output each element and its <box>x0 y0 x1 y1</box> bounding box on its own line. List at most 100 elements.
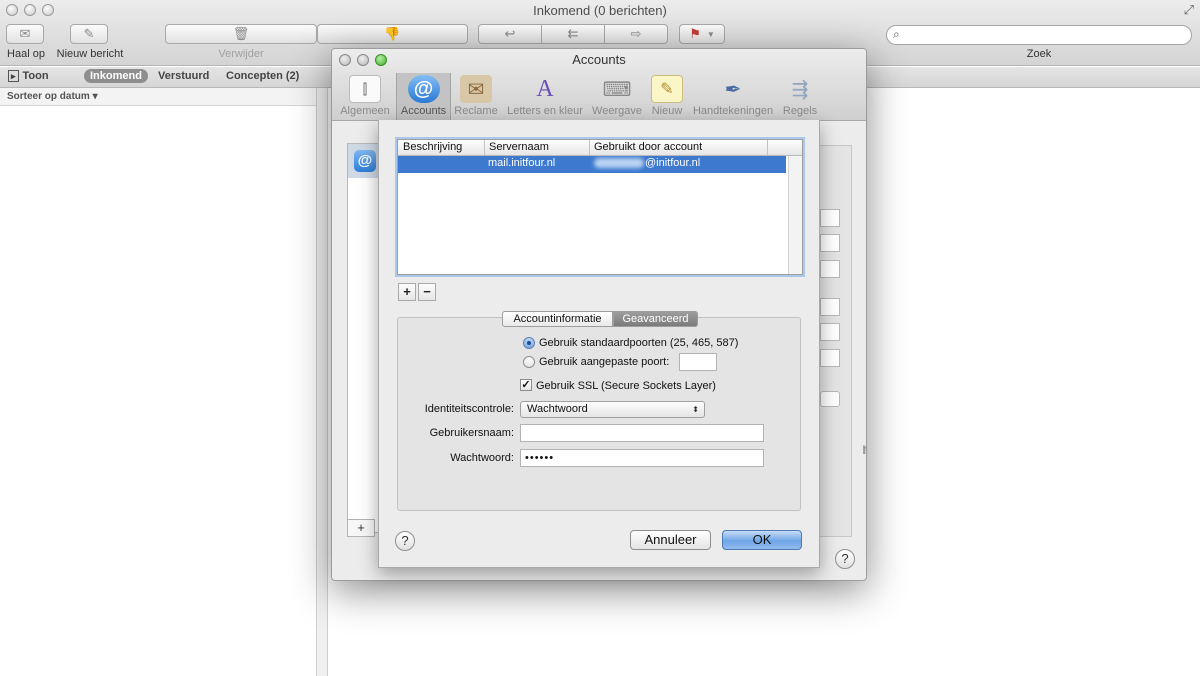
tab-fonts-colors-label: Letters en kleur <box>507 105 583 117</box>
at-icon: @ <box>407 75 440 103</box>
search-input[interactable] <box>886 25 1192 45</box>
column-description[interactable]: Beschrijving <box>403 141 462 153</box>
bg-field <box>820 323 840 341</box>
tab-accounts[interactable]: @ Accounts <box>396 73 451 121</box>
accounts-list[interactable]: @ <box>347 143 379 533</box>
delete-label: Verwijder <box>218 48 264 60</box>
add-account-button[interactable]: + <box>347 519 375 537</box>
tab-composing[interactable]: ✎ Nieuw <box>648 73 686 121</box>
custom-port-label: Gebruik aangepaste poort: <box>539 356 670 368</box>
add-server-button[interactable]: + <box>398 283 416 301</box>
compose-icon: ✎ <box>83 26 95 41</box>
tab-composing-label: Nieuw <box>651 105 683 117</box>
username-label: Gebruikersnaam: <box>429 427 514 439</box>
junk-button[interactable]: 👎 <box>317 24 468 44</box>
bg-field <box>820 260 840 278</box>
reply-all-icon: ⇇ <box>567 26 579 41</box>
password-field[interactable]: •••••• <box>520 449 764 467</box>
fullscreen-icon[interactable]: ⤢ <box>1184 2 1194 18</box>
tab-junk[interactable]: ✉ Reclame <box>452 73 500 121</box>
tab-viewing-label: Weergave <box>592 105 642 117</box>
fonts-colors-icon: A <box>536 75 554 102</box>
table-scrollbar[interactable] <box>788 156 802 274</box>
thumbs-down-icon: 👎 <box>384 26 401 41</box>
redacted-username <box>594 158 644 169</box>
smtp-server-table[interactable]: Beschrijving Servernaam Gebruikt door ac… <box>395 137 805 277</box>
flag-menu-button[interactable]: ⚑ ▼ <box>679 24 725 44</box>
new-message-label: Nieuw bericht <box>56 48 124 60</box>
ssl-checkbox[interactable]: ✓ <box>520 379 532 391</box>
tab-advanced[interactable]: Geavanceerd <box>613 311 698 327</box>
account-item[interactable]: @ <box>348 144 378 178</box>
column-separator <box>767 140 768 155</box>
table-header: Beschrijving Servernaam Gebruikt door ac… <box>398 140 802 156</box>
bg-field <box>820 234 840 252</box>
delete-button[interactable]: 🗑 <box>165 24 317 44</box>
bg-field <box>820 349 840 367</box>
sort-bar: Sorteer op datum ▾ <box>0 88 328 106</box>
table-row[interactable]: mail.initfour.nl @initfour.nl <box>398 156 786 173</box>
reply-button[interactable]: ↩ <box>478 24 542 44</box>
username-field[interactable] <box>520 424 764 442</box>
favorite-sent[interactable]: Verstuurd <box>158 70 209 82</box>
reply-all-button[interactable]: ⇇ <box>541 24 605 44</box>
tab-fonts-colors[interactable]: A Letters en kleur <box>504 73 586 121</box>
viewing-icon: ⌨ <box>602 78 632 101</box>
forward-button[interactable]: ⇨ <box>604 24 668 44</box>
window-title: Inkomend (0 berichten) <box>533 3 667 18</box>
flag-icon: ⚑ <box>689 26 701 41</box>
envelope-icon: ✉ <box>19 26 31 41</box>
tab-rules[interactable]: ⇶ Regels <box>780 73 820 121</box>
cancel-button[interactable]: Annuleer <box>630 530 711 550</box>
show-mailboxes-button[interactable]: ▸ Toon <box>8 70 49 82</box>
auth-select[interactable]: Wachtwoord ⬍ <box>520 401 705 418</box>
tab-viewing[interactable]: ⌨ Weergave <box>590 73 644 121</box>
prefs-toolbar: Accounts ⫿ Algemeen @ Accounts ✉ Reclame… <box>332 49 866 121</box>
default-ports-radio[interactable] <box>523 337 535 349</box>
account-at-icon: @ <box>354 150 376 172</box>
bg-field <box>820 209 840 227</box>
custom-port-radio[interactable] <box>523 356 535 368</box>
message-list[interactable] <box>0 106 316 676</box>
junk-mail-icon: ✉ <box>460 75 492 103</box>
favorite-drafts[interactable]: Concepten (2) <box>226 70 299 82</box>
tab-junk-label: Reclame <box>454 105 498 117</box>
new-message-button[interactable]: ✎ <box>70 24 108 44</box>
smtp-server-sheet: Beschrijving Servernaam Gebruikt door ac… <box>378 120 820 568</box>
remove-server-button[interactable]: − <box>418 283 436 301</box>
bg-field <box>820 298 840 316</box>
tab-signatures-label: Handtekeningen <box>692 105 774 117</box>
search-icon: ⌕ <box>893 27 900 41</box>
ssl-label: Gebruik SSL (Secure Sockets Layer) <box>536 380 716 392</box>
tab-accounts-label: Accounts <box>400 105 447 117</box>
forward-icon: ⇨ <box>630 26 642 41</box>
updown-arrows-icon: ⬍ <box>692 405 699 414</box>
prefs-title: Accounts <box>572 52 626 67</box>
sort-by-date-menu[interactable]: Sorteer op datum ▾ <box>7 91 98 102</box>
help-button[interactable]: ? <box>395 531 415 551</box>
auth-label: Identiteitscontrole: <box>424 403 514 415</box>
auth-select-value: Wachtwoord <box>527 403 588 415</box>
custom-port-input[interactable] <box>679 353 717 371</box>
show-label: Toon <box>22 70 49 82</box>
ok-button[interactable]: OK <box>722 530 802 550</box>
column-separator <box>484 140 485 155</box>
pane-splitter[interactable] <box>316 88 328 676</box>
default-ports-label: Gebruik standaardpoorten (25, 465, 587) <box>539 337 739 349</box>
column-used-by-account[interactable]: Gebruikt door account <box>594 141 702 153</box>
get-mail-button[interactable]: ✉ <box>6 24 44 44</box>
prefs-help-button[interactable]: ? <box>835 549 855 569</box>
favorite-inbox[interactable]: Inkomend <box>84 69 148 83</box>
chevron-down-icon: ▼ <box>706 29 715 39</box>
tab-rules-label: Regels <box>782 105 818 117</box>
get-mail-label: Haal op <box>7 48 45 60</box>
tab-general[interactable]: ⫿ Algemeen <box>337 73 393 121</box>
tab-signatures[interactable]: ✒ Handtekeningen <box>690 73 776 121</box>
row-account-domain: @initfour.nl <box>645 157 701 169</box>
tab-account-information[interactable]: Accountinformatie <box>502 311 613 327</box>
row-server-name: mail.initfour.nl <box>488 157 556 169</box>
row-account: @initfour.nl <box>594 157 700 169</box>
composing-icon: ✎ <box>651 75 683 103</box>
background-text: rd <box>862 441 866 459</box>
column-server-name[interactable]: Servernaam <box>489 141 549 153</box>
